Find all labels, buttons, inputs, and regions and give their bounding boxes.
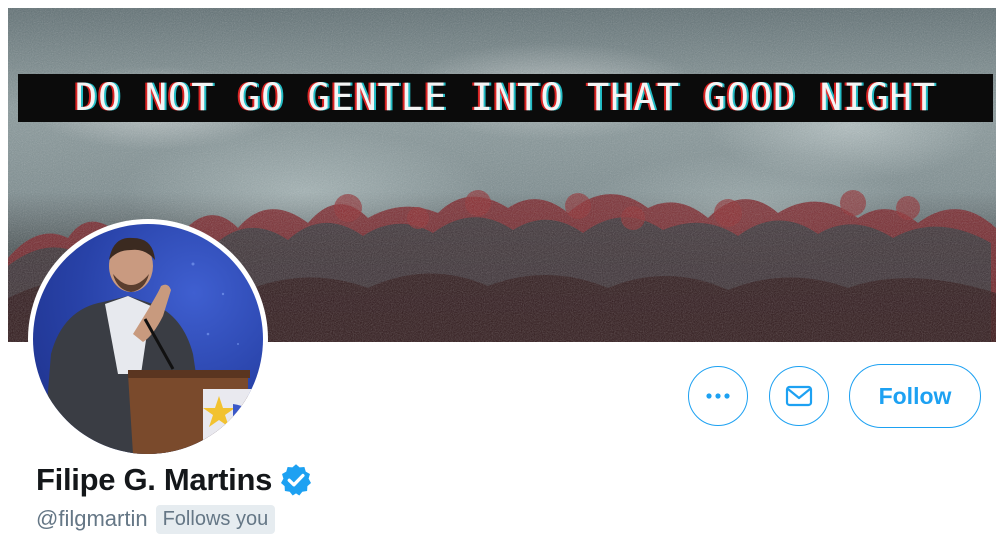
profile-handle: @filgmartin <box>36 506 148 531</box>
more-horizontal-icon <box>706 393 730 399</box>
follow-button[interactable]: Follow <box>849 364 981 428</box>
profile-name: Filipe G. Martins <box>36 462 273 497</box>
envelope-icon <box>785 385 813 407</box>
profile-name-row: Filipe G. Martins <box>36 460 314 500</box>
follows-you-badge: Follows you <box>155 504 276 534</box>
message-button[interactable] <box>769 366 829 426</box>
banner-slogan: DO NOT GO GENTLE INTO THAT GOOD NIGHT <box>18 74 993 122</box>
avatar[interactable] <box>28 219 268 459</box>
verified-badge-icon <box>281 464 312 496</box>
avatar-photo <box>33 224 263 454</box>
profile-handle-row: @filgmartin Follows you <box>36 503 276 535</box>
more-button[interactable] <box>688 366 748 426</box>
